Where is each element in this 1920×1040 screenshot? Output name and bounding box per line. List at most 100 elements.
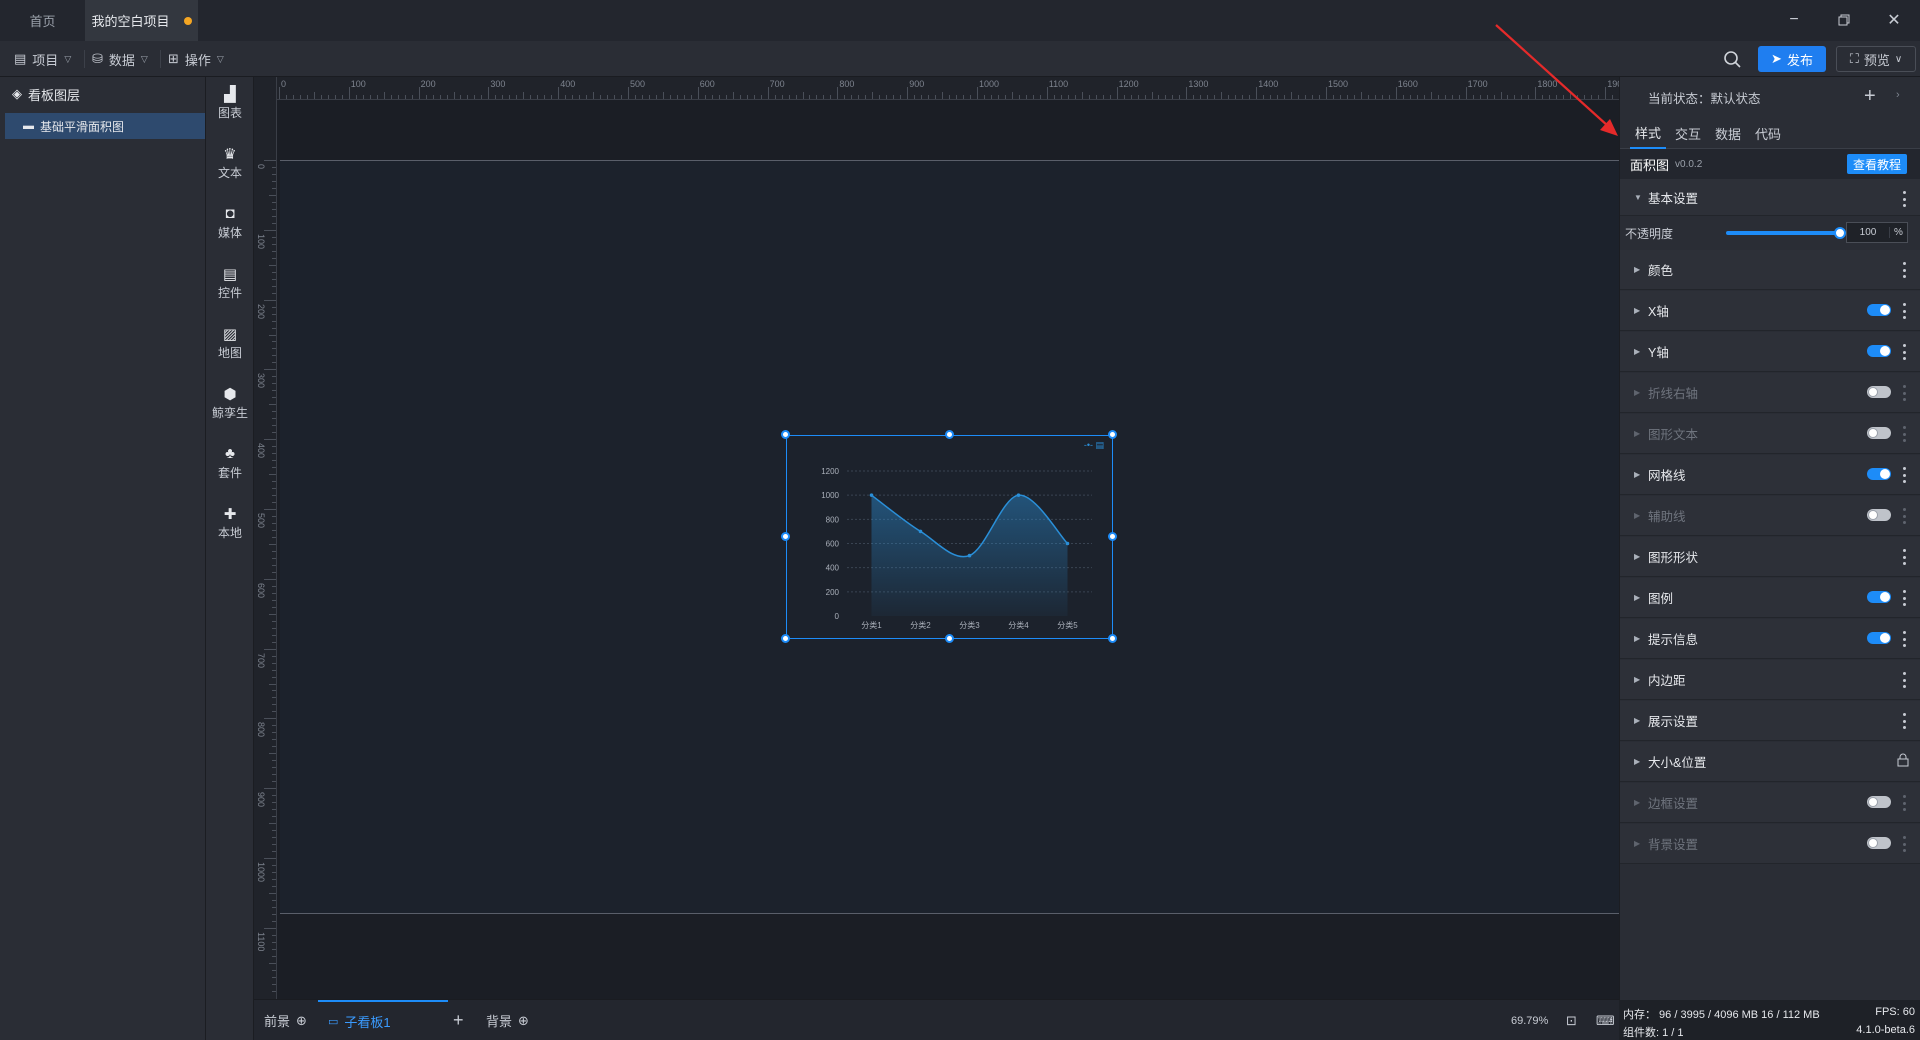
settings-section[interactable]: ▶ 大小&位置 bbox=[1620, 742, 1920, 782]
resize-handle[interactable] bbox=[781, 634, 790, 643]
close-icon[interactable]: ✕ bbox=[1882, 8, 1906, 32]
selected-chart[interactable]: 1200 1000 800 600 400 200 0 分类1 分类2 分类3 分类4 分类5 -•-… bbox=[781, 430, 1117, 643]
section-toggle[interactable] bbox=[1867, 386, 1891, 398]
chevron-right-icon[interactable]: › bbox=[1896, 89, 1900, 101]
component-label: 媒体 bbox=[217, 225, 242, 240]
more-icon[interactable] bbox=[1903, 590, 1907, 606]
file-icon: ▤ bbox=[14, 51, 27, 66]
minimize-icon[interactable]: − bbox=[1782, 8, 1806, 32]
preview-button[interactable]: ⛶ 预览 ∨ bbox=[1836, 46, 1916, 72]
section-toggle[interactable] bbox=[1867, 509, 1891, 521]
add-board-button[interactable]: + bbox=[453, 1000, 464, 1040]
resize-handle[interactable] bbox=[1108, 532, 1117, 541]
section-toggle[interactable] bbox=[1867, 591, 1891, 603]
panel-tab[interactable]: 交互 bbox=[1670, 117, 1706, 149]
section-toggle[interactable] bbox=[1867, 345, 1891, 357]
search-icon[interactable] bbox=[1723, 50, 1741, 68]
y-tick-label: 1000 bbox=[821, 491, 839, 500]
settings-section[interactable]: ▶ 颜色 bbox=[1620, 250, 1920, 290]
data-point bbox=[1065, 541, 1070, 546]
resize-handle[interactable] bbox=[944, 430, 954, 439]
more-icon[interactable] bbox=[1903, 262, 1907, 278]
settings-section[interactable]: ▶ 展示设置 bbox=[1620, 701, 1920, 741]
tutorial-button[interactable]: 查看教程 bbox=[1847, 154, 1907, 174]
component-twin[interactable]: ⬢ 鲸孪生 bbox=[206, 379, 254, 427]
publish-button[interactable]: ➤ 发布 bbox=[1758, 46, 1826, 72]
tab-project[interactable]: 我的空白项目 bbox=[85, 0, 198, 41]
add-circle-icon[interactable]: ⊕ bbox=[518, 1013, 529, 1029]
tab-board[interactable]: ▭ 子看板1 bbox=[318, 1000, 448, 1040]
section-basic[interactable]: ▼ 基本设置 bbox=[1620, 179, 1920, 216]
settings-section[interactable]: ▶ 图形文本 bbox=[1620, 414, 1920, 454]
section-toggle[interactable] bbox=[1867, 468, 1891, 480]
more-icon[interactable] bbox=[1903, 549, 1907, 565]
resize-handle[interactable] bbox=[1108, 634, 1117, 643]
more-icon[interactable] bbox=[1903, 344, 1907, 360]
settings-section[interactable]: ▶ 内边距 bbox=[1620, 660, 1920, 700]
settings-section[interactable]: ▶ 边框设置 bbox=[1620, 783, 1920, 823]
layer-item[interactable]: ▬ 基础平滑面积图 bbox=[5, 113, 205, 139]
more-icon[interactable] bbox=[1903, 713, 1907, 729]
component-local[interactable]: ✚ 本地 bbox=[206, 499, 254, 547]
component-text[interactable]: ♛ 文本 bbox=[206, 139, 254, 187]
settings-section[interactable]: ▶ 提示信息 bbox=[1620, 619, 1920, 659]
component-kit[interactable]: ♣ 套件 bbox=[206, 439, 254, 487]
settings-section[interactable]: ▶ 图例 bbox=[1620, 578, 1920, 618]
tab-foreground[interactable]: 前景 ⊕ bbox=[264, 1000, 307, 1040]
more-icon[interactable] bbox=[1903, 426, 1907, 442]
resize-handle[interactable] bbox=[781, 532, 790, 541]
monitor-icon: ▭ bbox=[328, 1016, 339, 1028]
menu-project[interactable]: ▤ 项目 ▽ bbox=[14, 41, 71, 77]
section-toggle[interactable] bbox=[1867, 304, 1891, 316]
section-toggle[interactable] bbox=[1867, 796, 1891, 808]
state-value[interactable]: 默认状态 bbox=[1711, 88, 1761, 107]
add-state-button[interactable]: + bbox=[1864, 85, 1876, 108]
tab-background[interactable]: 背景 ⊕ bbox=[486, 1000, 529, 1040]
lock-icon[interactable] bbox=[1897, 753, 1909, 770]
menu-data[interactable]: ⛁ 数据 ▽ bbox=[92, 41, 148, 77]
settings-section[interactable]: ▶ 辅助线 bbox=[1620, 496, 1920, 536]
opacity-slider-track[interactable] bbox=[1726, 231, 1840, 235]
ruler-label: 700 bbox=[256, 652, 266, 668]
section-toggle[interactable] bbox=[1867, 837, 1891, 849]
fit-screen-icon[interactable]: ⊡ bbox=[1566, 1000, 1577, 1040]
settings-section[interactable]: ▶ Y轴 bbox=[1620, 332, 1920, 372]
ruler-label: 1000 bbox=[256, 862, 266, 883]
section-toggle[interactable] bbox=[1867, 427, 1891, 439]
more-icon[interactable] bbox=[1903, 836, 1907, 852]
component-map[interactable]: ▨ 地图 bbox=[206, 319, 254, 367]
more-icon[interactable] bbox=[1903, 672, 1907, 688]
restore-icon[interactable] bbox=[1832, 8, 1856, 32]
settings-section[interactable]: ▶ 折线右轴 bbox=[1620, 373, 1920, 413]
component-media[interactable]: ◘ 媒体 bbox=[206, 199, 254, 247]
panel-tab[interactable]: 代码 bbox=[1750, 117, 1786, 149]
settings-section[interactable]: ▶ 图形形状 bbox=[1620, 537, 1920, 577]
tab-home[interactable]: 首页 bbox=[0, 0, 85, 41]
more-icon[interactable] bbox=[1903, 795, 1907, 811]
component-chart[interactable]: ▟ 图表 bbox=[206, 79, 254, 127]
panel-tab[interactable]: 样式 bbox=[1630, 117, 1666, 149]
more-icon[interactable] bbox=[1903, 303, 1907, 319]
x-tick-label: 分类2 bbox=[910, 620, 931, 630]
more-icon[interactable] bbox=[1903, 631, 1907, 647]
resize-handle[interactable] bbox=[1108, 430, 1117, 439]
add-circle-icon[interactable]: ⊕ bbox=[296, 1013, 307, 1029]
opacity-input[interactable]: 100 % bbox=[1846, 222, 1908, 243]
opacity-slider-thumb[interactable] bbox=[1834, 227, 1846, 239]
more-icon[interactable] bbox=[1903, 508, 1907, 524]
component-control[interactable]: ▤ 控件 bbox=[206, 259, 254, 307]
section-label: 图形文本 bbox=[1648, 428, 1699, 442]
menu-ops[interactable]: ⊞ 操作 ▽ bbox=[168, 41, 224, 77]
resize-handle[interactable] bbox=[781, 430, 790, 439]
toolbar: ▤ 项目 ▽ ⛁ 数据 ▽ ⊞ 操作 ▽ ➤ 发布 ⛶ 预览 ∨ bbox=[0, 41, 1920, 77]
resize-handle[interactable] bbox=[944, 634, 954, 643]
keyboard-icon[interactable]: ⌨ bbox=[1596, 1000, 1615, 1040]
settings-section[interactable]: ▶ 背景设置 bbox=[1620, 824, 1920, 864]
section-toggle[interactable] bbox=[1867, 632, 1891, 644]
more-icon[interactable] bbox=[1903, 191, 1907, 207]
settings-section[interactable]: ▶ X轴 bbox=[1620, 291, 1920, 331]
panel-tab[interactable]: 数据 bbox=[1710, 117, 1746, 149]
settings-section[interactable]: ▶ 网格线 bbox=[1620, 455, 1920, 495]
more-icon[interactable] bbox=[1903, 467, 1907, 483]
more-icon[interactable] bbox=[1903, 385, 1907, 401]
